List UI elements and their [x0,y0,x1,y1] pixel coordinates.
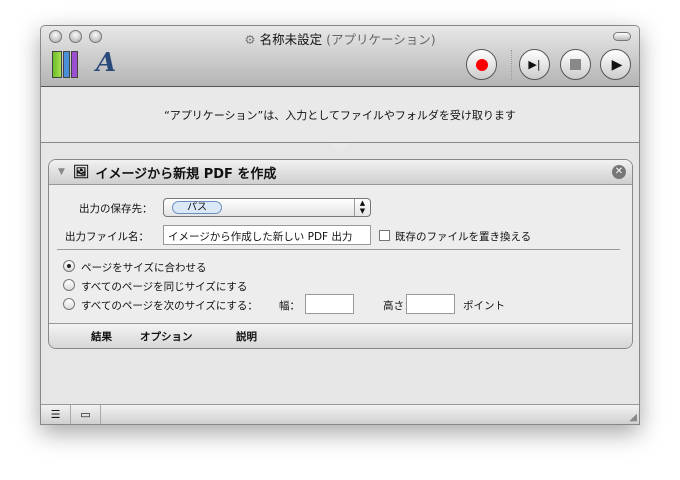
divider [57,249,620,250]
path-token: パス [172,201,222,214]
radio-same-size-label: すべてのページを同じサイズにする [81,281,248,293]
step-icon: ▶| [528,58,541,71]
stop-button[interactable] [560,49,591,80]
tab-options[interactable]: オプション [140,329,193,344]
log-view-icon[interactable]: ▭ [71,405,101,424]
height-input[interactable] [406,294,455,314]
toolbar-toggle-button[interactable] [613,32,631,41]
play-icon: ▶ [611,56,623,73]
step-button[interactable]: ▶| [519,49,550,80]
replace-checkbox[interactable] [379,230,390,241]
tab-description[interactable]: 説明 [236,329,257,344]
connector-notch [328,143,352,153]
run-button[interactable]: ▶ [600,49,631,80]
preview-icon: 🖼 [72,164,90,180]
disclosure-triangle-icon[interactable]: ▼ [58,167,65,177]
filename-label: 出力ファイル名： [65,231,149,243]
list-view-icon[interactable]: ☰ [41,405,71,424]
popup-arrows-icon: ▲ ▼ [354,199,370,216]
record-icon [475,58,488,71]
action-footer: 結果 オプション 説明 [49,324,632,348]
action-body: 出力の保存先： パス ▲ ▼ 出力ファイル名： イメージから作成した新しい PDF… [49,185,632,324]
automator-window: ⚙ 名称未設定 (アプリケーション) A ▶| ▶ “アプリケーション”は、入力… [40,25,640,425]
tab-results[interactable]: 結果 [91,329,112,344]
title-suffix: (アプリケーション) [326,32,436,47]
radio-fit-pages[interactable] [63,260,75,272]
input-description: “アプリケーション”は、入力としてファイルやフォルダを受け取ります [41,88,639,143]
action-title: イメージから新規 PDF を作成 [95,166,277,182]
radio-custom-size[interactable] [63,298,75,310]
width-input[interactable] [305,294,354,314]
title-text: 名称未設定 [259,32,323,47]
window-title: ⚙ 名称未設定 (アプリケーション) [41,29,639,48]
radio-dot [67,264,71,268]
fonts-icon[interactable]: A [96,48,116,78]
replace-label: 既存のファイルを置き換える [395,231,532,243]
save-to-label: 出力の保存先： [79,203,153,215]
radio-custom-size-label: すべてのページを次のサイズにする： [81,300,258,312]
record-button[interactable] [466,49,497,80]
width-label: 幅： [279,300,300,312]
stop-icon [570,59,581,70]
radio-fit-pages-label: ページをサイズに合わせる [81,262,207,274]
radio-same-size[interactable] [63,279,75,291]
units-label: ポイント [463,300,505,312]
library-icon[interactable] [52,51,78,78]
automator-icon: ⚙ [244,32,256,47]
action-panel: ▼ 🖼 イメージから新規 PDF を作成 ✕ 出力の保存先： パス ▲ ▼ 出力フ… [48,159,633,349]
toolbar-separator [511,50,512,80]
action-header: ▼ 🖼 イメージから新規 PDF を作成 ✕ [49,160,632,185]
resize-grip-icon[interactable]: ◢ [629,412,637,423]
save-to-popup[interactable]: パス ▲ ▼ [163,198,371,217]
bottom-bar: ☰ ▭ ◢ [41,404,639,424]
toolbar: ⚙ 名称未設定 (アプリケーション) A ▶| ▶ [41,26,639,87]
remove-action-icon[interactable]: ✕ [612,165,626,179]
filename-input[interactable]: イメージから作成した新しい PDF 出力 [163,225,371,245]
